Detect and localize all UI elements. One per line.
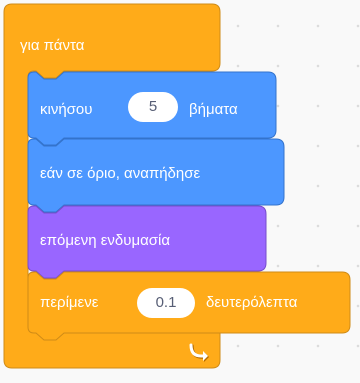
script-canvas: [3, 3, 351, 369]
forever-label: για πάντα: [20, 37, 85, 54]
steps-input[interactable]: 5: [128, 92, 178, 122]
next-costume-label: επόμενη ενδυμασία: [40, 232, 171, 249]
bounce-label: εάν σε όριο, αναπήδησε: [40, 165, 201, 182]
wait-label: περίμενε: [40, 294, 99, 311]
seconds-input[interactable]: 0.1: [137, 288, 195, 318]
move-label: κινήσου: [40, 101, 93, 118]
steps-unit-label: βήματα: [189, 101, 238, 118]
seconds-unit-label: δευτερόλεπτα: [206, 294, 298, 311]
